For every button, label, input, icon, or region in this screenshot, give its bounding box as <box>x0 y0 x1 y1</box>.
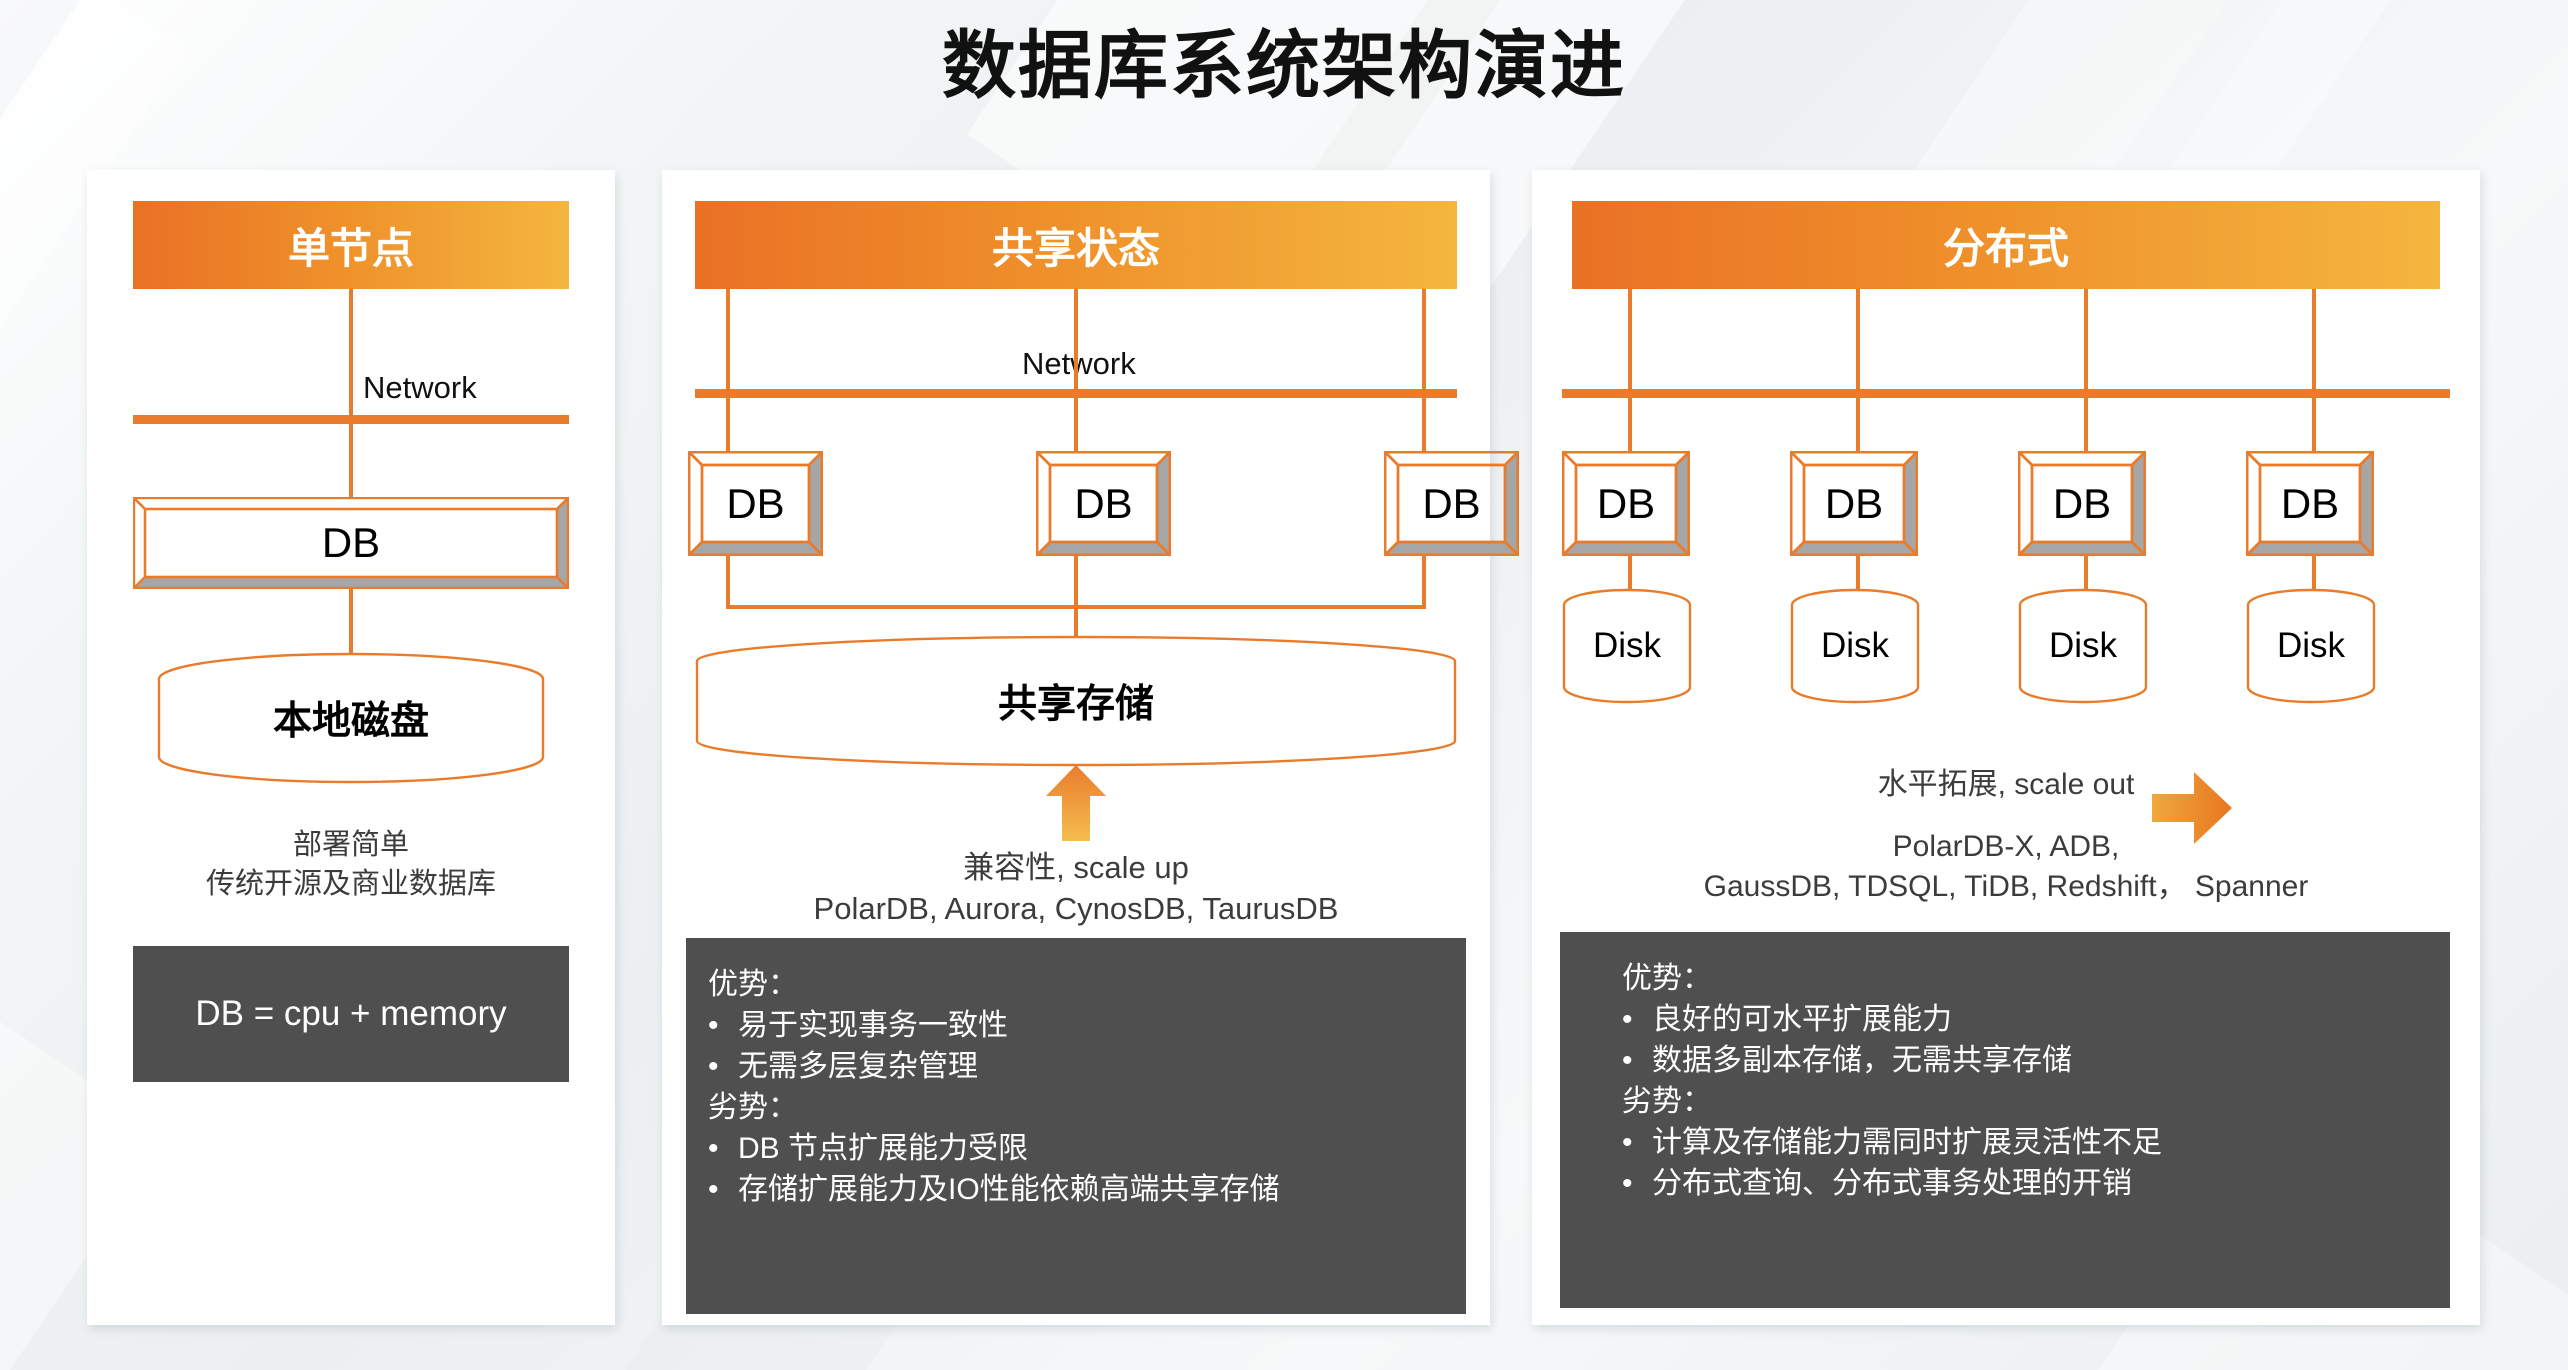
network-bus <box>1562 389 2450 398</box>
bullet-marker: • <box>1622 1044 1633 1078</box>
connector-line <box>726 289 730 389</box>
note-bullet: 易于实现事务一致性 <box>738 1009 1008 1043</box>
storage-cylinder: 共享存储 <box>695 635 1457 767</box>
storage-cylinder: Disk <box>2018 588 2148 704</box>
note-heading: 劣势： <box>708 1091 798 1125</box>
network-label: Network <box>363 370 477 405</box>
storage-label: Disk <box>2048 626 2118 665</box>
connector-line <box>1856 556 1860 592</box>
storage-cylinder: Disk <box>2246 588 2376 704</box>
db-node-label: DB <box>1596 479 1656 527</box>
connector-line <box>1856 289 1860 389</box>
caption-line: PolarDB-X, ADB, <box>1892 829 2120 863</box>
connector-line <box>2084 556 2088 592</box>
note-heading: 劣势： <box>1622 1085 1712 1119</box>
caption-line: 部署简单 <box>292 829 409 861</box>
db-node-label: DB <box>1824 479 1884 527</box>
storage-cylinder: Disk <box>1790 588 1920 704</box>
caption-line: 兼容性, scale up <box>963 850 1189 885</box>
panel-header-shared-state: 共享状态 <box>695 201 1457 289</box>
connector-line <box>1628 398 1632 451</box>
note-box-shared-state: 优势： • 易于实现事务一致性 • 无需多层复杂管理 劣势： • DB 节点扩展能力受… <box>686 938 1466 1314</box>
page-title: 数据库系统架构演进 <box>942 23 1626 109</box>
storage-cylinder: 本地磁盘 <box>157 652 545 784</box>
connector-line <box>1422 556 1426 607</box>
db-node-box: DB <box>1036 451 1171 556</box>
connector-line <box>1856 398 1860 451</box>
panel-distributed: 分布式 DB DB DB DB Disk Disk Disk Disk 水平拓展… <box>1532 170 2480 1325</box>
connector-line <box>2312 398 2316 451</box>
db-node-box: DB <box>1790 451 1918 556</box>
connector-line <box>1074 398 1078 451</box>
db-node-label: DB <box>2280 479 2340 527</box>
db-node-box: DB <box>2246 451 2374 556</box>
connector-line <box>726 398 730 451</box>
note-bullet: 分布式查询、分布式事务处理的开销 <box>1652 1167 2132 1201</box>
storage-label: 共享存储 <box>997 683 1154 726</box>
panel-single-node: 单节点 Network DB 本地磁盘 部署简单 传统开源及商业数据库 DB = <box>87 170 615 1325</box>
bullet-marker: • <box>1622 1126 1633 1160</box>
connector-line <box>1074 605 1078 638</box>
connector-line <box>1628 289 1632 389</box>
connector-line <box>1422 289 1426 389</box>
storage-label: 本地磁盘 <box>272 700 429 743</box>
bullet-marker: • <box>1622 1167 1633 1201</box>
note-box-single-node: DB = cpu + memory <box>133 946 569 1082</box>
note-bullet: 计算及存储能力需同时扩展灵活性不足 <box>1652 1126 2162 1160</box>
panel-caption: 水平拓展, scale out PolarDB-X, ADB, GaussDB,… <box>1532 765 2480 907</box>
db-node-label: DB <box>1422 479 1481 527</box>
connector-line <box>349 424 353 497</box>
note-heading: 优势： <box>708 968 798 1001</box>
panel-header-distributed: 分布式 <box>1572 201 2440 289</box>
db-node-box: DB <box>1384 451 1519 556</box>
db-node-box: DB <box>1562 451 1690 556</box>
bullet-marker: • <box>1622 1003 1633 1037</box>
db-node-label: DB <box>1074 479 1133 527</box>
note-bullet: 无需多层复杂管理 <box>738 1050 978 1084</box>
note-bullet: 良好的可水平扩展能力 <box>1652 1003 1952 1037</box>
bullet-marker: • <box>708 1050 719 1084</box>
connector-line <box>349 289 353 415</box>
connector-line <box>2084 398 2088 451</box>
connector-line <box>1074 289 1078 389</box>
db-node-box: DB <box>2018 451 2146 556</box>
db-node-label: DB <box>2052 479 2112 527</box>
network-bus <box>695 389 1457 398</box>
arrow-up-icon <box>1046 765 1106 841</box>
connector-line <box>1628 556 1632 592</box>
note-line: DB = cpu + memory <box>195 994 507 1033</box>
storage-label: Disk <box>2276 626 2346 665</box>
storage-cylinder: Disk <box>1562 588 1692 704</box>
caption-line: 水平拓展, scale out <box>1877 768 2135 801</box>
bullet-marker: • <box>708 1009 719 1043</box>
panel-shared-state: 共享状态 Network DB DB DB 共享存储 兼容性, scale up… <box>662 170 1519 1325</box>
db-node-box: DB <box>688 451 823 556</box>
caption-line: GaussDB, TDSQL, TiDB, Redshift， Spanner <box>1703 869 2309 903</box>
caption-line: 传统开源及商业数据库 <box>205 867 496 900</box>
panel-caption: 部署简单 传统开源及商业数据库 <box>87 826 615 903</box>
note-bullet: DB 节点扩展能力受限 <box>738 1132 1029 1166</box>
storage-label: Disk <box>1820 626 1890 665</box>
connector-line <box>2312 556 2316 592</box>
caption-line: PolarDB, Aurora, CynosDB, TaurusDB <box>813 891 1339 927</box>
db-node-label: DB <box>321 519 381 566</box>
network-bus <box>133 415 569 424</box>
panel-header-single-node: 单节点 <box>133 201 569 289</box>
connector-line <box>2312 289 2316 389</box>
network-label: Network <box>1022 346 1136 381</box>
connector-line <box>726 556 730 607</box>
db-node-box: DB <box>133 497 569 589</box>
db-node-label: DB <box>726 479 785 527</box>
bullet-marker: • <box>708 1173 719 1207</box>
panel-caption: 兼容性, scale up PolarDB, Aurora, CynosDB, … <box>662 847 1490 929</box>
note-heading: 优势： <box>1622 962 1712 995</box>
note-box-distributed: 优势： • 良好的可水平扩展能力 • 数据多副本存储，无需共享存储 劣势： • 计算及… <box>1560 932 2450 1308</box>
connector-line <box>1422 398 1426 451</box>
bullet-marker: • <box>708 1132 719 1166</box>
note-bullet: 存储扩展能力及IO性能依赖高端共享存储 <box>738 1173 1280 1207</box>
storage-label: Disk <box>1592 626 1662 665</box>
connector-line <box>1074 556 1078 607</box>
note-bullet: 数据多副本存储，无需共享存储 <box>1652 1044 2072 1078</box>
connector-line <box>2084 289 2088 389</box>
